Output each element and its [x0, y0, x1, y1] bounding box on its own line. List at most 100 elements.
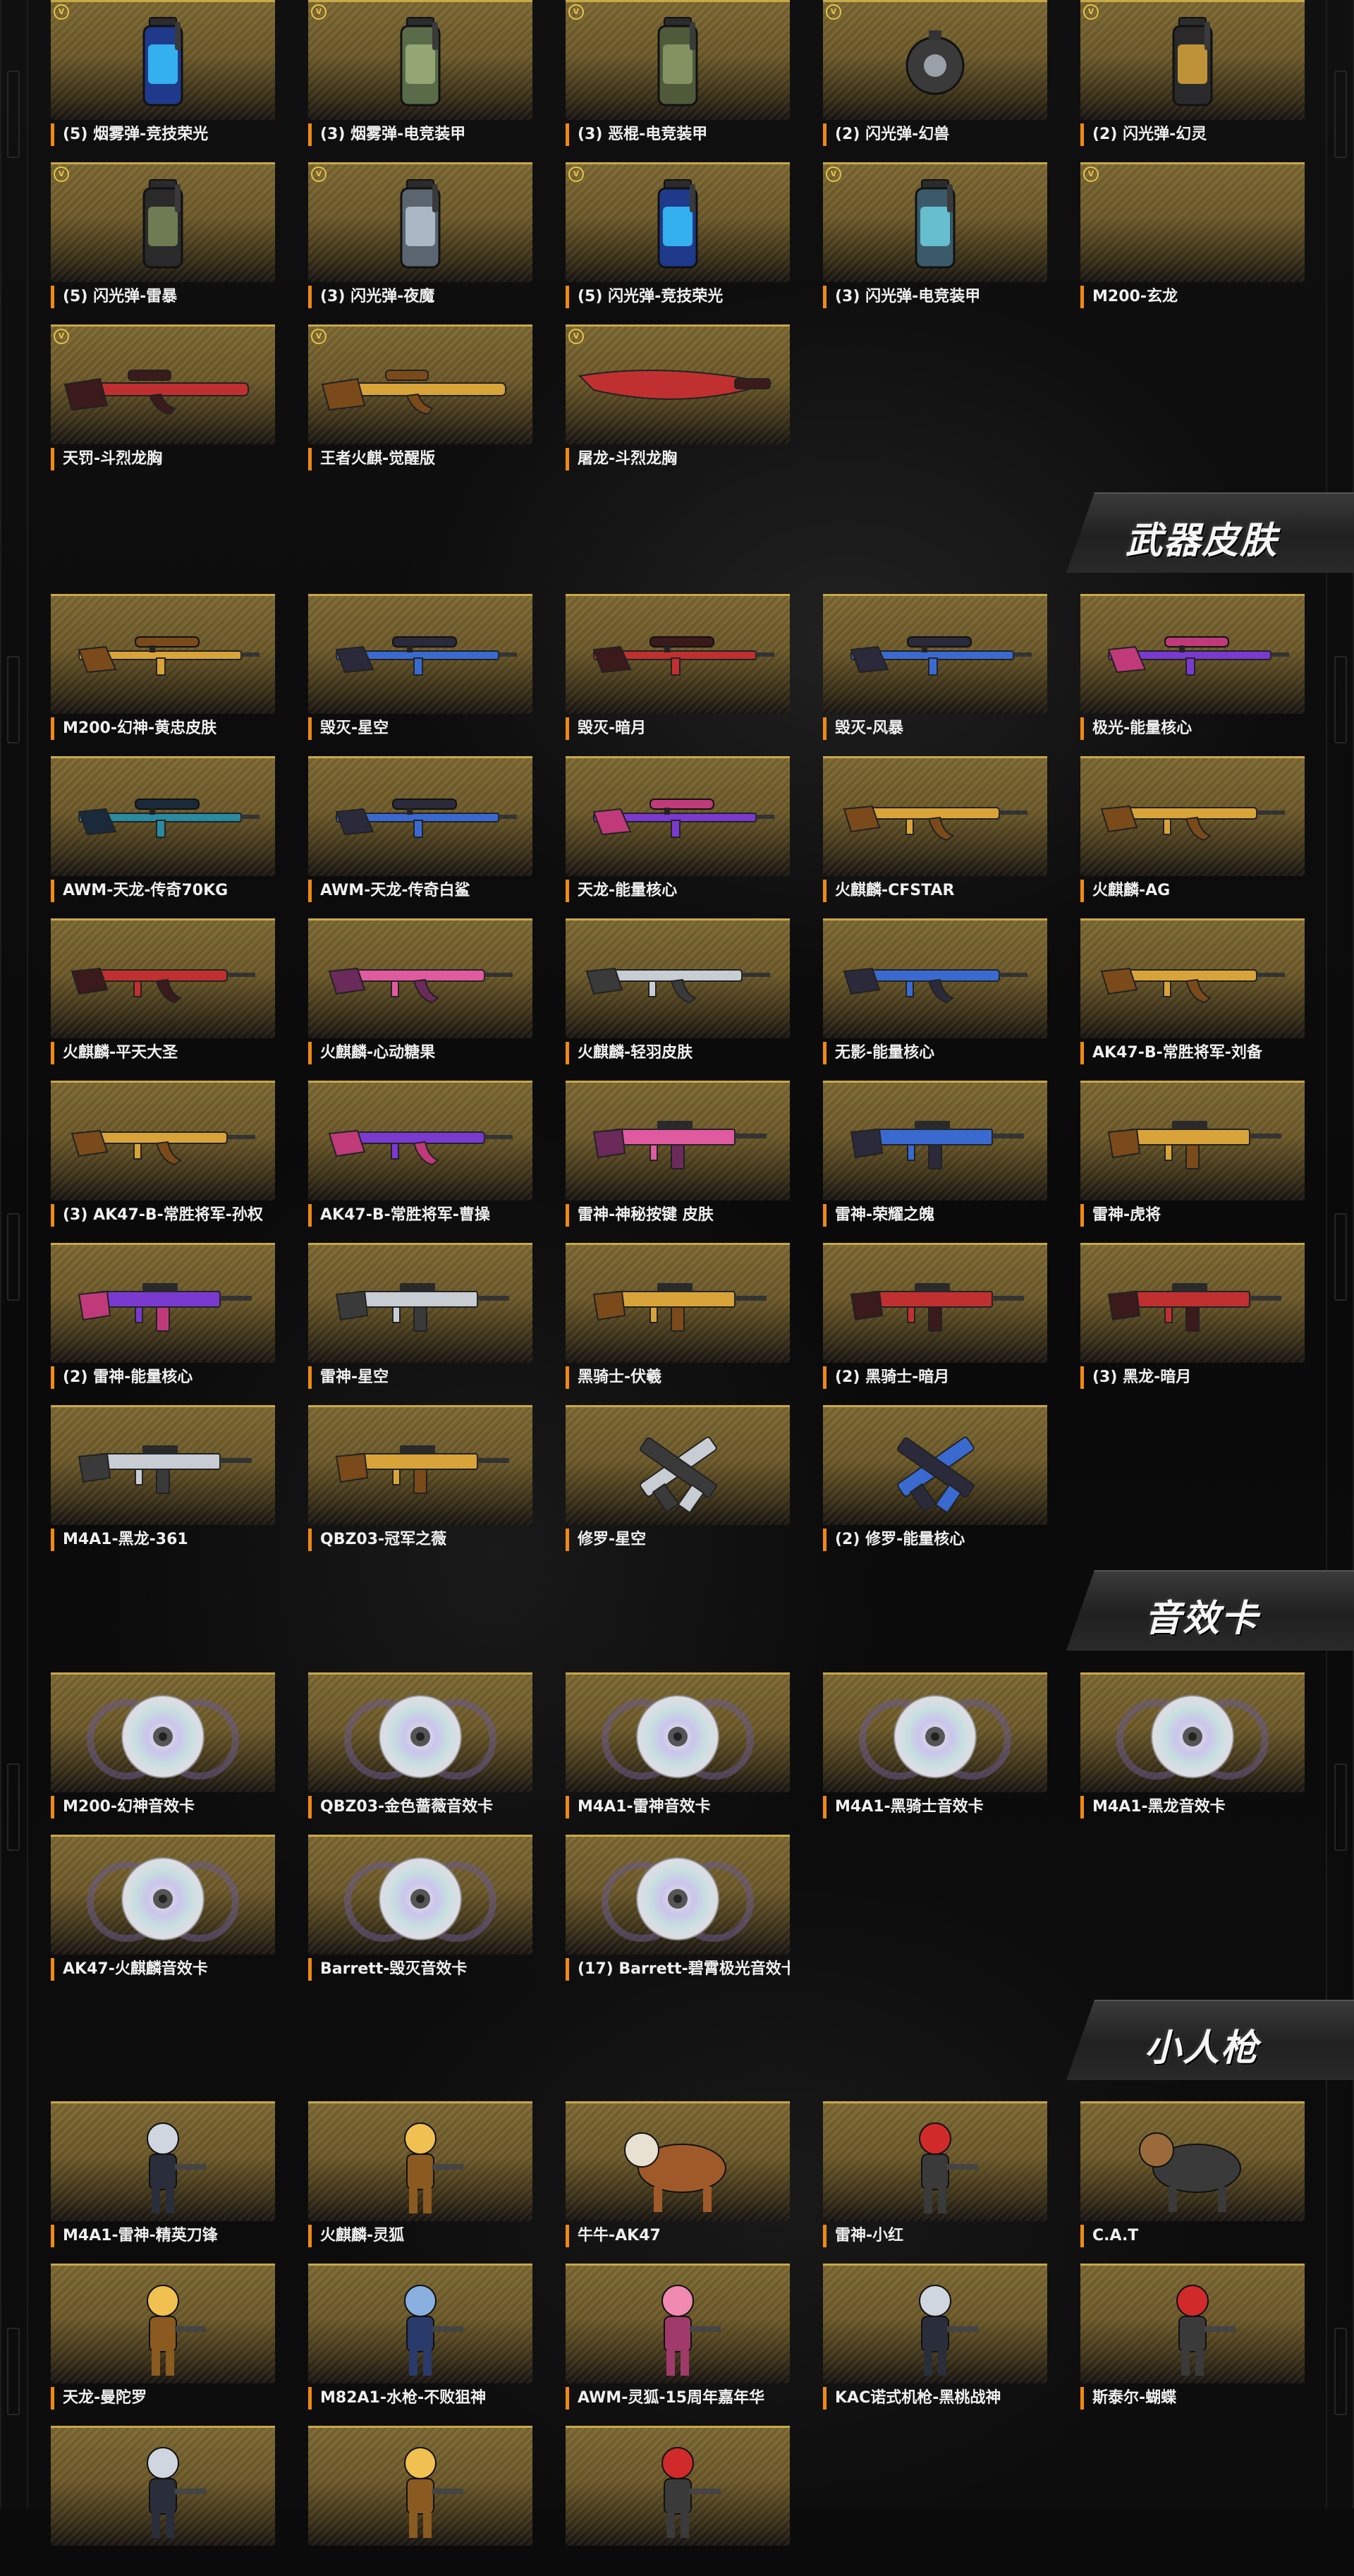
item-card[interactable]: M4A1-黑龙-361	[51, 1405, 275, 1555]
item-card[interactable]: V (3) 恶棍-电竞装甲	[566, 0, 790, 150]
item-thumbnail	[308, 594, 532, 714]
item-card[interactable]: (17) Barrett-碧霄极光音效卡	[566, 1835, 790, 1985]
item-label: 火麒麟-轻羽皮肤	[566, 1042, 790, 1064]
item-thumbnail	[51, 1835, 275, 1955]
grenade-gold-icon	[1080, 2, 1305, 120]
item-card[interactable]: 斯泰尔-蝴蝶	[1080, 2264, 1305, 2414]
figure-red-icon	[566, 2428, 790, 2546]
item-card[interactable]: QBZ03-金色蔷薇音效卡	[308, 1672, 532, 1823]
item-card[interactable]: M4A1-雷神音效卡	[566, 1672, 790, 1823]
item-card[interactable]: M200-幻神音效卡	[51, 1672, 275, 1823]
item-card[interactable]: 火麒麟-CFSTAR	[823, 756, 1047, 906]
item-card[interactable]: M4A1-黑龙音效卡	[1080, 1672, 1305, 1823]
edge-notch-decoration	[1334, 1213, 1347, 1301]
item-card[interactable]: V (5) 闪光弹-雷暴	[51, 162, 275, 312]
item-card[interactable]: 雷神-荣耀之魄	[823, 1081, 1047, 1231]
item-card[interactable]: (2) 雷神-能量核心	[51, 1243, 275, 1393]
item-card[interactable]: 无影-能量核心	[823, 918, 1047, 1069]
item-card[interactable]: AWM-灵狐-15周年嘉年华	[566, 2264, 790, 2414]
pistols-blue-icon	[823, 1407, 1047, 1525]
item-card[interactable]: QBZ03-冠军之薇	[308, 1405, 532, 1555]
disc-icon	[51, 1675, 275, 1792]
m4-red-icon	[823, 1245, 1047, 1363]
item-card[interactable]: 毁灭-风暴	[823, 594, 1047, 744]
item-label: M4A1-黑龙音效卡	[1080, 1796, 1305, 1818]
item-label: (3) 黑龙-暗月	[1080, 1366, 1305, 1389]
item-card[interactable]: 天龙-曼陀罗	[51, 2264, 275, 2414]
item-thumbnail	[308, 2426, 532, 2546]
rifle-red-icon	[51, 327, 275, 444]
item-card[interactable]: V 王者火麒-觉醒版	[308, 324, 532, 475]
item-card[interactable]: AK47-B-常胜将军-刘备	[1080, 918, 1305, 1069]
item-card[interactable]: 牛牛-AK47	[566, 2101, 790, 2252]
item-card[interactable]: AK47-火麒麟音效卡	[51, 1835, 275, 1985]
item-card[interactable]	[566, 2426, 790, 2576]
item-card[interactable]: V 天罚-斗烈龙胸	[51, 324, 275, 475]
item-thumbnail	[51, 918, 275, 1038]
item-card[interactable]: AK47-B-常胜将军-曹操	[308, 1081, 532, 1231]
edge-notch-decoration	[7, 1213, 20, 1301]
vip-badge-icon: V	[311, 166, 327, 182]
vip-badge-icon: V	[54, 4, 69, 20]
item-card[interactable]	[308, 2426, 532, 2576]
item-thumbnail: V	[308, 324, 532, 444]
item-card[interactable]: AWM-天龙-传奇70KG	[51, 756, 275, 906]
item-card[interactable]: 毁灭-星空	[308, 594, 532, 744]
mini-guns-section-header: 小人枪	[1066, 2000, 1354, 2080]
item-card[interactable]: C.A.T	[1080, 2101, 1305, 2252]
item-card[interactable]: V 屠龙-斗烈龙胸	[566, 324, 790, 475]
item-card[interactable]: 雷神-神秘按键 皮肤	[566, 1081, 790, 1231]
item-card[interactable]: V (2) 闪光弹-幻兽	[823, 0, 1047, 150]
item-thumbnail	[308, 2101, 532, 2221]
item-card[interactable]: V (3) 烟雾弹-电竞装甲	[308, 0, 532, 150]
item-label: 天龙-能量核心	[566, 880, 790, 902]
item-card[interactable]: 极光-能量核心	[1080, 594, 1305, 744]
item-label: 王者火麒-觉醒版	[308, 448, 532, 470]
item-label: M200-幻神音效卡	[51, 1796, 275, 1818]
item-card[interactable]: V (2) 闪光弹-幻灵	[1080, 0, 1305, 150]
item-card[interactable]: V (5) 闪光弹-竞技荣光	[566, 162, 790, 312]
item-thumbnail: V	[1080, 0, 1305, 120]
item-card[interactable]: M82A1-水枪-不败狙神	[308, 2264, 532, 2414]
item-card[interactable]: 修罗-星空	[566, 1405, 790, 1555]
m4-gold-icon	[1080, 1083, 1305, 1201]
item-card[interactable]: V M200-玄龙	[1080, 162, 1305, 312]
item-card[interactable]: 雷神-虎将	[1080, 1081, 1305, 1231]
item-card[interactable]: KAC诺式机枪-黑桃战神	[823, 2264, 1047, 2414]
item-label: C.A.T	[1080, 2225, 1305, 2247]
item-card[interactable]: (2) 修罗-能量核心	[823, 1405, 1047, 1555]
item-card[interactable]: 毁灭-暗月	[566, 594, 790, 744]
item-card[interactable]: M200-幻神-黄忠皮肤	[51, 594, 275, 744]
item-card[interactable]: (2) 黑骑士-暗月	[823, 1243, 1047, 1393]
m4-silver-icon	[51, 1407, 275, 1525]
item-thumbnail: V	[823, 162, 1047, 282]
item-card[interactable]: 黑骑士-伏羲	[566, 1243, 790, 1393]
item-card[interactable]: V (5) 烟雾弹-竞技荣光	[51, 0, 275, 150]
item-card[interactable]: 火麒麟-灵狐	[308, 2101, 532, 2252]
item-card[interactable]	[51, 2426, 275, 2576]
item-thumbnail	[823, 756, 1047, 876]
item-label: M82A1-水枪-不败狙神	[308, 2387, 532, 2410]
item-card[interactable]: V (3) 闪光弹-电竞装甲	[823, 162, 1047, 312]
item-card[interactable]: (3) AK47-B-常胜将军-孙权	[51, 1081, 275, 1231]
item-card[interactable]: 火麒麟-轻羽皮肤	[566, 918, 790, 1069]
item-thumbnail	[51, 1405, 275, 1525]
item-thumbnail: V	[51, 162, 275, 282]
item-card[interactable]: AWM-天龙-传奇白鲨	[308, 756, 532, 906]
item-card[interactable]: (3) 黑龙-暗月	[1080, 1243, 1305, 1393]
item-label: AWM-灵狐-15周年嘉年华	[566, 2387, 790, 2410]
item-card[interactable]: 天龙-能量核心	[566, 756, 790, 906]
disc-icon	[566, 1837, 790, 1955]
item-thumbnail	[51, 756, 275, 876]
item-card[interactable]: 火麒麟-AG	[1080, 756, 1305, 906]
item-card[interactable]: 火麒麟-平天大圣	[51, 918, 275, 1069]
item-card[interactable]: Barrett-毁灭音效卡	[308, 1835, 532, 1985]
item-card[interactable]: 雷神-星空	[308, 1243, 532, 1393]
vip-badge-icon: V	[311, 329, 327, 344]
item-card[interactable]: M4A1-黑骑士音效卡	[823, 1672, 1047, 1823]
figure-dark-icon	[51, 2428, 275, 2546]
item-card[interactable]: 火麒麟-心动糖果	[308, 918, 532, 1069]
item-card[interactable]: M4A1-雷神-精英刀锋	[51, 2101, 275, 2252]
item-card[interactable]: V (3) 闪光弹-夜魔	[308, 162, 532, 312]
item-card[interactable]: 雷神-小红	[823, 2101, 1047, 2252]
